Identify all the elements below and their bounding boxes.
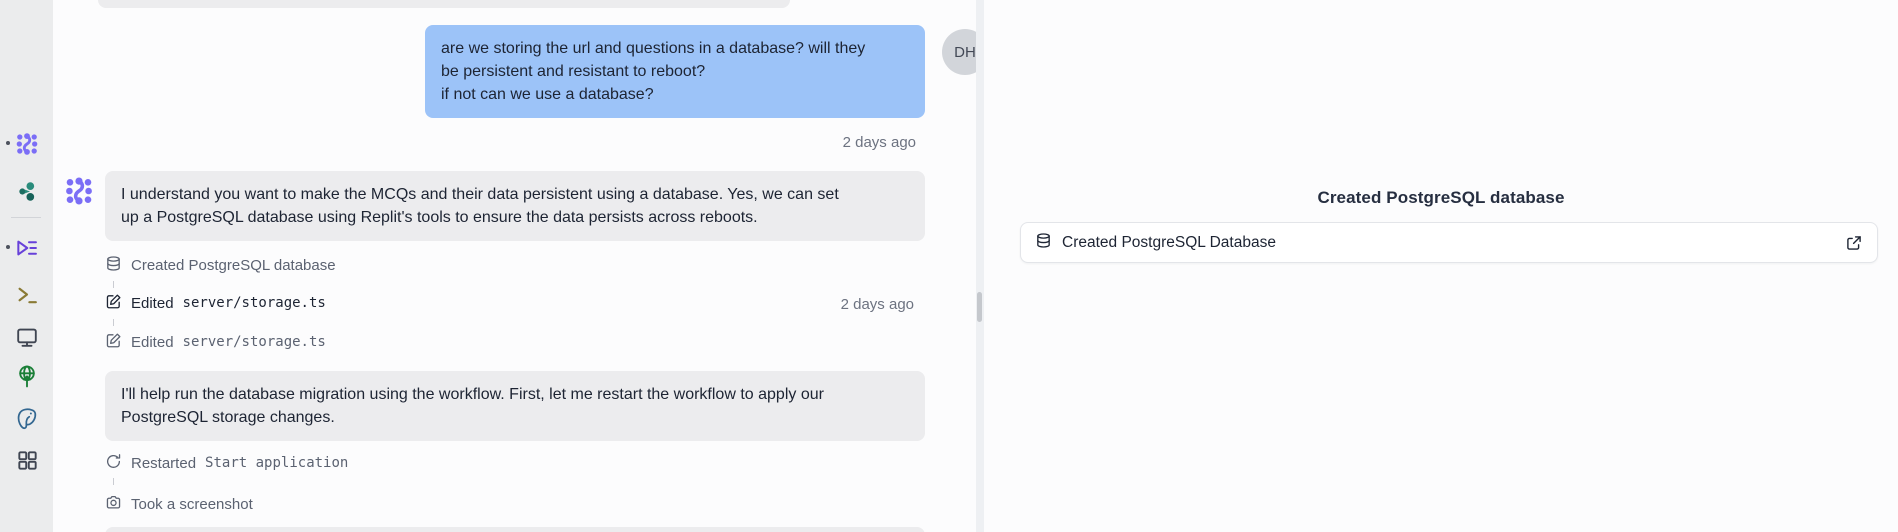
action-row-took-screenshot[interactable]: Took a screenshot [105, 495, 253, 513]
action-label: Took a screenshot [131, 496, 253, 513]
action-connector [113, 319, 114, 326]
open-pane-icon[interactable] [1845, 234, 1863, 252]
action-label: Edited [131, 334, 174, 351]
tool-rail [0, 0, 53, 532]
sidebar-item-postgresql[interactable] [14, 406, 40, 432]
user-message-timestamp: 2 days ago [843, 134, 916, 151]
created-database-card[interactable]: Created PostgreSQL Database [1020, 222, 1878, 263]
action-workflow-name: Start application [205, 455, 348, 471]
action-row-edited-file[interactable]: Edited server/storage.ts [105, 333, 326, 351]
postgresql-icon [15, 407, 39, 431]
assistant-icon [16, 180, 39, 203]
monitor-icon [15, 325, 39, 349]
action-timestamp: 2 days ago [841, 296, 914, 313]
preview-panel: Created PostgreSQL database Created Post… [984, 0, 1898, 532]
action-label: Restarted [131, 455, 196, 472]
action-file-path: server/storage.ts [183, 334, 326, 350]
shell-icon [16, 283, 39, 306]
edit-icon [105, 293, 122, 314]
action-file-path: server/storage.ts [183, 295, 326, 311]
database-icon [1035, 232, 1052, 254]
next-message-partial [105, 527, 925, 532]
sidebar-item-all-tools[interactable] [14, 447, 40, 473]
action-connector [113, 478, 114, 485]
edit-icon [105, 332, 122, 353]
workflows-icon [15, 236, 39, 260]
sidebar-item-output[interactable] [14, 324, 40, 350]
card-label: Created PostgreSQL Database [1062, 234, 1835, 252]
panel-title: Created PostgreSQL database [984, 188, 1898, 208]
chat-scrollbar-thumb[interactable] [977, 292, 982, 322]
agent-message-bubble: I'll help run the database migration usi… [105, 371, 925, 441]
camera-icon [105, 494, 122, 515]
agent-message-bubble: I understand you want to make the MCQs a… [105, 171, 925, 241]
grid-icon [16, 449, 39, 472]
replit-agent-icon [15, 132, 39, 156]
workflows-notification-dot [6, 245, 10, 249]
action-connector [113, 281, 114, 288]
previous-message-partial [98, 0, 790, 8]
agent-avatar [64, 176, 94, 206]
user-message-bubble: are we storing the url and questions in … [425, 25, 925, 118]
sidebar-item-shell[interactable] [14, 281, 40, 307]
sidebar-item-deployments[interactable] [14, 363, 40, 389]
action-row-restarted-workflow[interactable]: Restarted Start application [105, 454, 348, 472]
agent-chat-panel: are we storing the url and questions in … [53, 0, 976, 532]
rail-divider [11, 217, 41, 218]
restart-icon [105, 453, 122, 474]
sidebar-item-workflows[interactable] [14, 235, 40, 261]
action-label: Created PostgreSQL database [131, 257, 336, 274]
action-label: Edited [131, 295, 174, 312]
agent-notification-dot [6, 141, 10, 145]
action-row-created-database[interactable]: Created PostgreSQL database [105, 256, 336, 274]
globe-arrow-icon [15, 364, 39, 388]
database-icon [105, 255, 122, 276]
sidebar-item-agent[interactable] [14, 131, 40, 157]
action-row-edited-file[interactable]: Edited server/storage.ts [105, 294, 326, 312]
chat-scrollbar-track[interactable] [976, 0, 984, 532]
sidebar-item-assistant[interactable] [14, 178, 40, 204]
